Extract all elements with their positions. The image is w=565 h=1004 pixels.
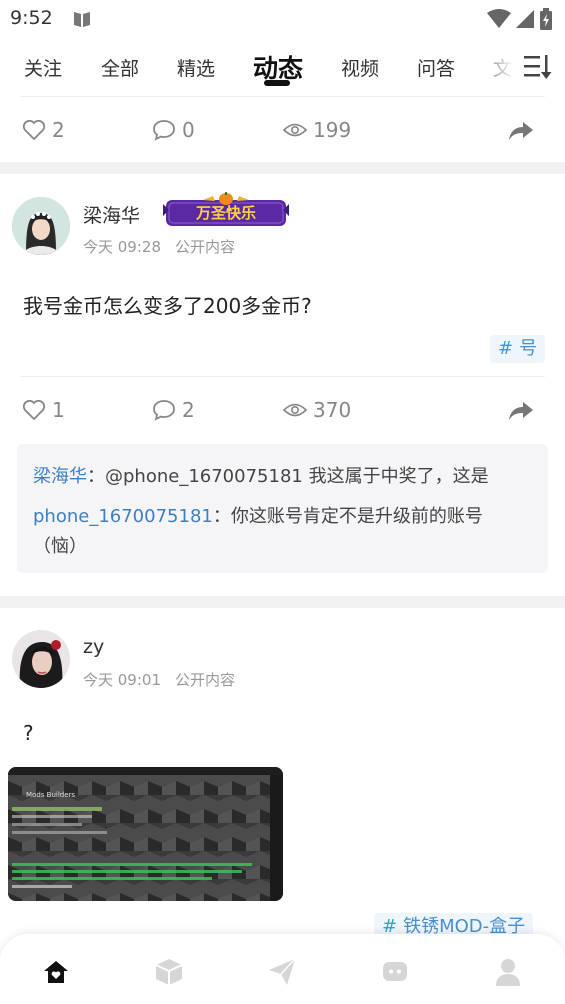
- comment-icon: [153, 400, 175, 421]
- status-time: 9:52: [10, 7, 53, 29]
- wifi-icon: [487, 9, 511, 28]
- nav-home[interactable]: [38, 954, 74, 990]
- sort-menu-icon[interactable]: [522, 52, 552, 82]
- nav-send[interactable]: [264, 954, 300, 990]
- nav-profile[interactable]: [490, 954, 526, 990]
- comment-item: phone_1670075181：你这账号肯定不是升级前的账号 （恼）: [33, 502, 532, 562]
- heart-icon: [22, 119, 46, 141]
- eye-icon: [283, 123, 307, 137]
- post-time: 今天 09:28: [83, 238, 161, 256]
- chat-bubble-icon: [383, 962, 407, 981]
- battery-icon: [540, 8, 552, 30]
- status-icons: [487, 8, 553, 30]
- comment-item: 梁海华：@phone_1670075181 我这属于中奖了，这是: [33, 458, 532, 496]
- comment-count: 0: [182, 118, 195, 142]
- person-icon: [496, 959, 520, 986]
- like-stat[interactable]: 1: [22, 398, 65, 422]
- post-content[interactable]: ?: [23, 721, 34, 745]
- book-icon: [74, 12, 90, 27]
- post-visibility: 公开内容: [175, 238, 236, 256]
- topic-tag[interactable]: # 号: [490, 335, 546, 363]
- section-gap: [0, 162, 565, 174]
- image-caption: Mods Builders: [26, 791, 76, 799]
- avatar[interactable]: [12, 197, 70, 255]
- username[interactable]: zy: [83, 636, 104, 658]
- badge-text: 万圣快乐: [195, 204, 256, 222]
- home-icon: [44, 961, 68, 983]
- comment-user[interactable]: phone_1670075181: [33, 506, 213, 527]
- divider: [20, 376, 545, 377]
- tabs-fade: [470, 48, 525, 88]
- share-icon[interactable]: [508, 120, 534, 142]
- comment-text-cont: （恼）: [33, 536, 87, 557]
- post-visibility: 公开内容: [175, 671, 236, 689]
- tab-all[interactable]: 全部: [101, 54, 139, 81]
- username[interactable]: 梁海华: [83, 201, 140, 228]
- comment-text: ：@phone_1670075181 我这属于中奖了，这是: [87, 466, 489, 487]
- tab-video[interactable]: 视频: [341, 54, 379, 81]
- view-stat: 199: [283, 118, 351, 142]
- paper-plane-icon: [269, 958, 296, 985]
- avatar[interactable]: [12, 630, 70, 688]
- comment-icon: [153, 120, 175, 141]
- comment-stat[interactable]: 2: [152, 398, 195, 422]
- divider: [20, 96, 545, 97]
- tag-label: 号: [519, 338, 538, 359]
- like-count: 2: [52, 118, 65, 142]
- comment-preview[interactable]: 梁海华：@phone_1670075181 我这属于中奖了，这是 phone_1…: [17, 444, 548, 573]
- bottom-navigation: [0, 934, 565, 1004]
- view-count: 370: [313, 398, 352, 422]
- status-bar: 9:52: [0, 0, 565, 40]
- comment-count: 2: [182, 398, 195, 422]
- view-count: 199: [313, 118, 352, 142]
- tab-featured[interactable]: 精选: [177, 54, 215, 81]
- active-tab-indicator: [264, 80, 290, 86]
- post-meta: 今天 09:01 公开内容: [83, 669, 235, 690]
- comment-text: ：你这账号肯定不是升级前的账号: [212, 506, 483, 527]
- halloween-badge: 万圣快乐: [163, 192, 289, 228]
- hash-icon: #: [498, 338, 514, 359]
- post-time: 今天 09:01: [83, 671, 161, 689]
- game-screenshot: [8, 767, 283, 901]
- post-image[interactable]: Mods Builders: [8, 767, 283, 901]
- signal-icon: [516, 10, 534, 28]
- section-gap: [0, 596, 565, 608]
- eye-icon: [283, 403, 307, 417]
- like-count: 1: [52, 398, 65, 422]
- tab-qa[interactable]: 问答: [417, 54, 455, 81]
- cube-icon: [155, 959, 183, 985]
- like-stat[interactable]: 2: [22, 118, 65, 142]
- view-stat: 370: [283, 398, 351, 422]
- nav-messages[interactable]: [377, 954, 413, 990]
- tab-follow[interactable]: 关注: [24, 54, 62, 81]
- comment-user[interactable]: 梁海华: [33, 466, 87, 487]
- comment-stat[interactable]: 0: [152, 118, 195, 142]
- nav-box[interactable]: [151, 954, 187, 990]
- share-icon[interactable]: [508, 400, 534, 422]
- post-content[interactable]: 我号金币怎么变多了200多金币?: [23, 290, 312, 319]
- heart-icon: [22, 399, 46, 421]
- post-meta: 今天 09:28 公开内容: [83, 236, 235, 257]
